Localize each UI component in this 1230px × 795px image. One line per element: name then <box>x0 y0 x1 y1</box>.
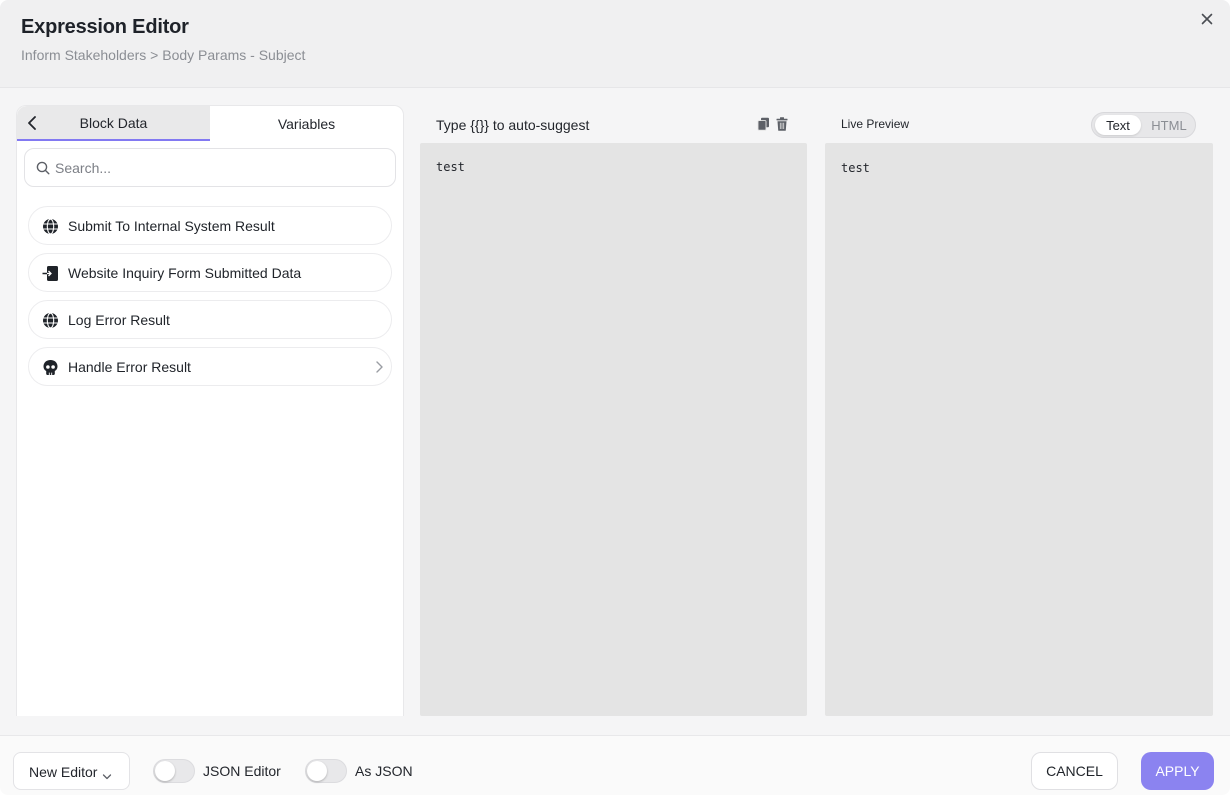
breadcrumb: Inform Stakeholders > Body Params - Subj… <box>21 47 306 63</box>
json-editor-label: JSON Editor <box>203 763 281 779</box>
toggle-knob <box>307 761 327 781</box>
list-item-log-error[interactable]: Log Error Result <box>28 300 392 339</box>
chevron-down-icon <box>102 768 112 780</box>
tab-block-data[interactable]: Block Data <box>17 106 210 141</box>
tab-label: Variables <box>277 115 336 132</box>
skull-icon <box>42 359 59 376</box>
data-panel: Block Data Variables Submit To Internal … <box>16 105 404 716</box>
editor-content: test <box>436 160 465 174</box>
modal-title: Expression Editor <box>21 16 189 38</box>
trash-icon[interactable] <box>776 117 788 131</box>
cancel-button[interactable]: CANCEL <box>1031 752 1118 790</box>
editor-select-label: New Editor <box>29 764 98 780</box>
editor-select-dropdown[interactable]: New Editor <box>13 752 130 790</box>
list-item-label: Handle Error Result <box>68 359 191 375</box>
mode-html-button[interactable]: HTML <box>1144 115 1194 135</box>
expression-editor: Type {{}} to auto-suggest test <box>420 105 807 716</box>
toggle-knob <box>155 761 175 781</box>
preview-mode-toggle: Text HTML <box>1091 112 1196 138</box>
globe-icon <box>42 218 59 235</box>
preview-area: test <box>825 143 1213 716</box>
list-item-label: Log Error Result <box>68 312 170 328</box>
list-item-website-inquiry-form[interactable]: Website Inquiry Form Submitted Data <box>28 253 392 292</box>
expression-editor-modal: Expression Editor Inform Stakeholders > … <box>0 0 1230 795</box>
globe-icon <box>42 312 59 329</box>
apply-button[interactable]: APPLY <box>1141 752 1214 790</box>
modal-footer: New Editor JSON Editor As JSON CANCEL AP… <box>0 735 1230 795</box>
live-preview: Live Preview Text HTML test <box>825 105 1213 716</box>
back-arrow-icon[interactable] <box>25 115 39 131</box>
list-item-submit-to-internal-system[interactable]: Submit To Internal System Result <box>28 206 392 245</box>
mode-text-button[interactable]: Text <box>1095 115 1141 135</box>
modal-header: Expression Editor Inform Stakeholders > … <box>0 0 1230 88</box>
list-item-label: Website Inquiry Form Submitted Data <box>68 265 302 281</box>
chevron-right-icon <box>374 360 384 374</box>
preview-label: Live Preview <box>841 117 910 131</box>
panel-tabs: Block Data Variables <box>17 106 403 141</box>
search-icon <box>36 161 50 175</box>
copy-icon[interactable] <box>757 117 770 131</box>
editor-hint: Type {{}} to auto-suggest <box>436 117 590 133</box>
search-box <box>24 148 396 187</box>
as-json-label: As JSON <box>355 763 413 779</box>
close-icon[interactable] <box>1198 10 1216 28</box>
preview-content: test <box>841 161 870 175</box>
list-item-label: Submit To Internal System Result <box>68 218 275 234</box>
search-input[interactable] <box>55 157 385 179</box>
modal-body: Block Data Variables Submit To Internal … <box>0 88 1230 735</box>
json-editor-toggle[interactable] <box>153 759 195 783</box>
tab-variables[interactable]: Variables <box>210 106 403 141</box>
code-editor[interactable]: test <box>420 143 807 716</box>
tab-label: Block Data <box>79 114 148 131</box>
as-json-toggle[interactable] <box>305 759 347 783</box>
list-item-handle-error[interactable]: Handle Error Result <box>28 347 392 386</box>
form-entry-icon <box>42 265 59 282</box>
